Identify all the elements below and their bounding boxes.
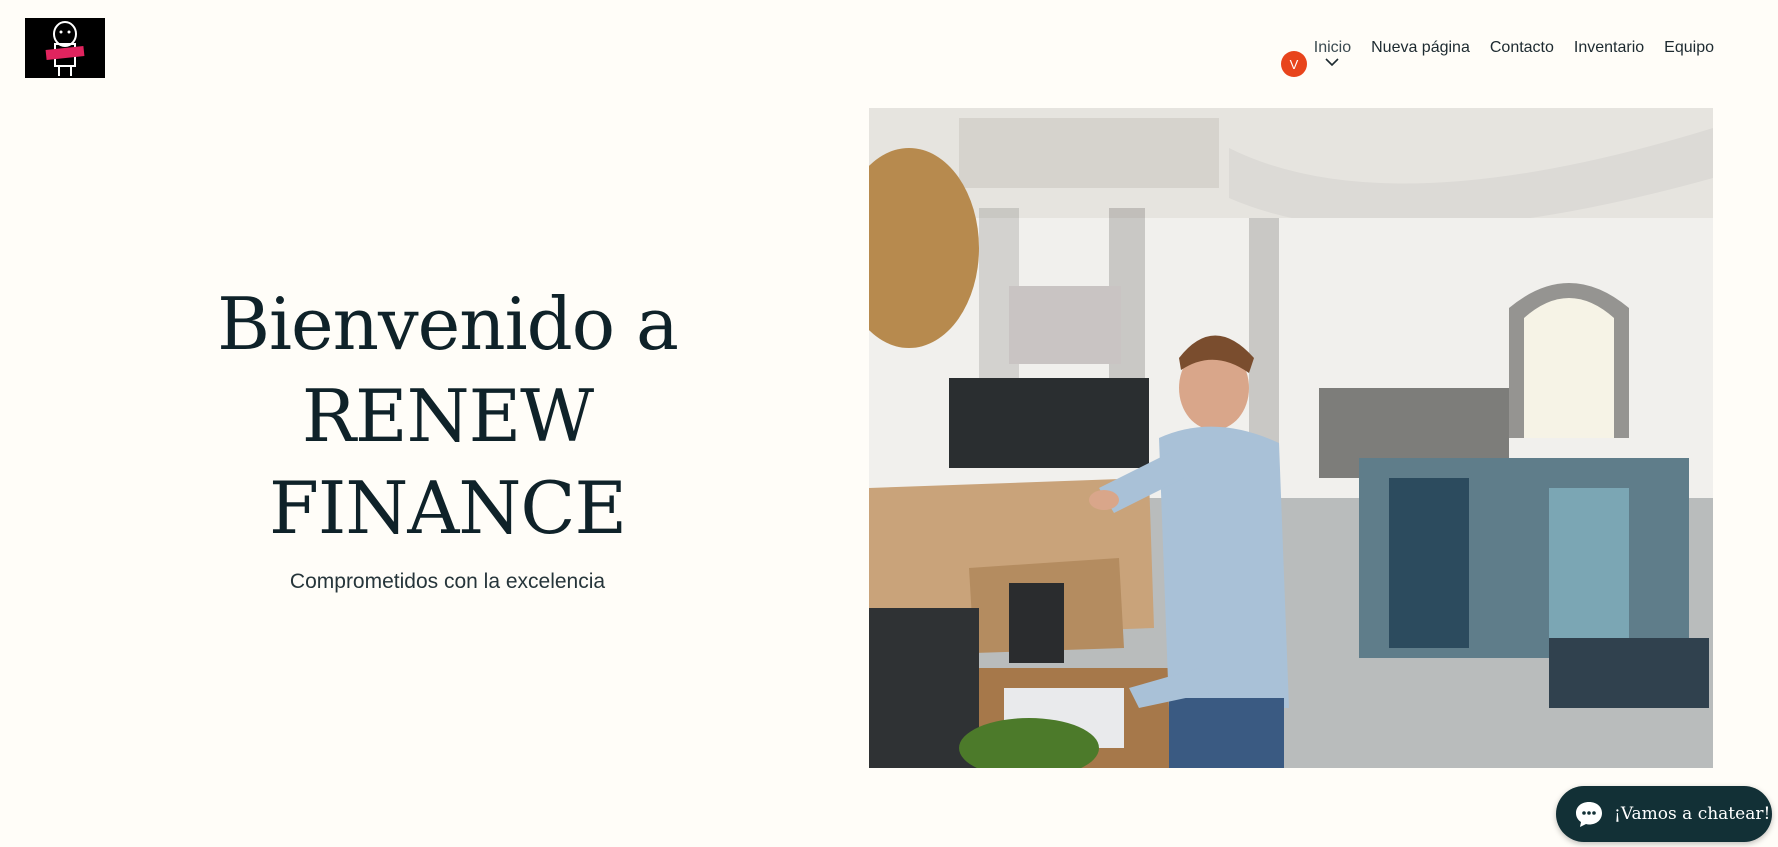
nav-item-inventario[interactable]: Inventario xyxy=(1574,38,1644,58)
nav-item-equipo[interactable]: Equipo xyxy=(1664,38,1714,58)
hero-title-line: RENEW xyxy=(301,374,594,458)
chevron-down-icon[interactable] xyxy=(1325,58,1339,66)
user-avatar[interactable]: V xyxy=(1281,51,1307,77)
main-nav: Inicio Nueva página Contacto Inventario … xyxy=(1314,38,1714,66)
chat-button[interactable]: ¡Vamos a chatear! xyxy=(1556,786,1772,842)
hero-title-line: FINANCE xyxy=(268,466,627,550)
chat-bubble-icon xyxy=(1576,802,1602,827)
nav-item-inicio[interactable]: Inicio xyxy=(1314,38,1351,66)
avatar-initial: V xyxy=(1289,56,1299,72)
hero-title-line: Bienvenido a xyxy=(217,282,679,366)
chat-button-label: ¡Vamos a chatear! xyxy=(1614,804,1771,824)
nav-item-contacto[interactable]: Contacto xyxy=(1490,38,1554,58)
nav-item-label: Inicio xyxy=(1313,39,1352,56)
site-logo[interactable] xyxy=(25,18,105,78)
store-photo-illustration xyxy=(869,108,1713,768)
hero-subtitle: Comprometidos con la excelencia xyxy=(289,570,606,593)
logo-figure-icon xyxy=(45,21,85,76)
hero-title: Bienvenido a RENEW FINANCE xyxy=(170,278,725,554)
hero-image xyxy=(869,108,1713,768)
nav-item-nueva-pagina[interactable]: Nueva página xyxy=(1371,38,1470,58)
